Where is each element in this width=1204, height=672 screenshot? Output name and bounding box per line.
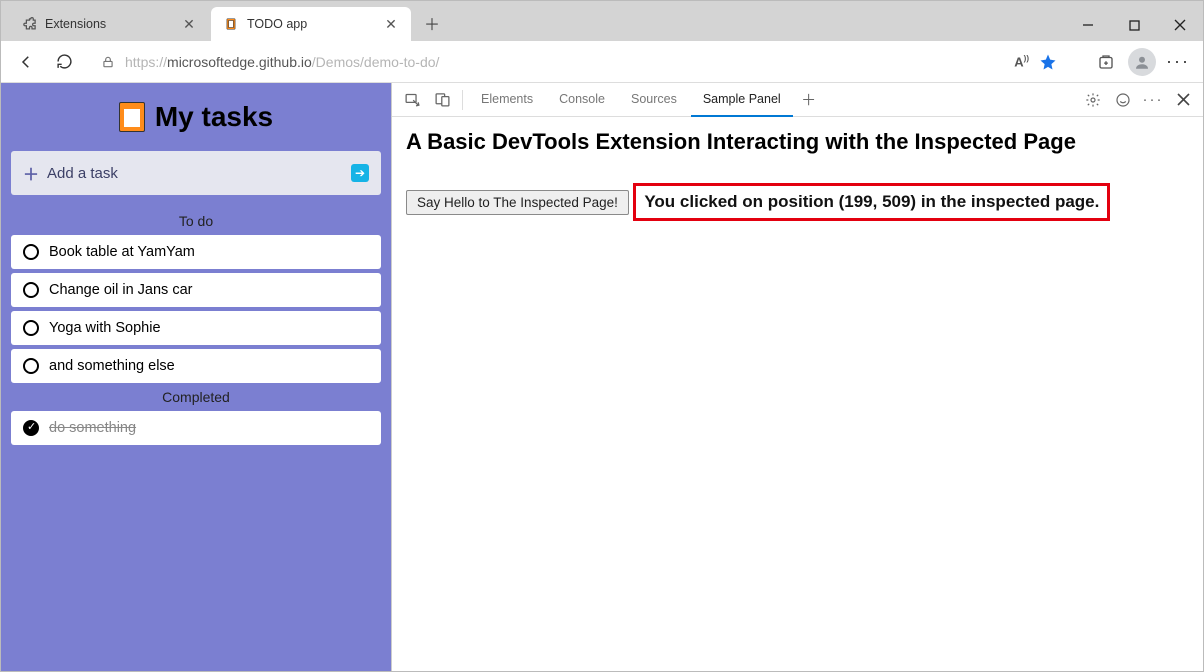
- plus-icon: ＋: [23, 161, 39, 185]
- tab-extensions[interactable]: Extensions ✕: [9, 7, 209, 41]
- section-todo-label: To do: [11, 213, 381, 229]
- minimize-button[interactable]: [1065, 9, 1111, 41]
- browser-titlebar: Extensions ✕ TODO app ✕ ＋: [1, 1, 1203, 41]
- browser-tabs: Extensions ✕ TODO app ✕ ＋: [1, 1, 447, 41]
- toolbar-right-actions: ···: [1089, 45, 1195, 79]
- task-item[interactable]: Book table at YamYam: [11, 235, 381, 269]
- task-text: Change oil in Jans car: [49, 282, 192, 298]
- clipboard-icon: [119, 102, 145, 132]
- task-item[interactable]: Yoga with Sophie: [11, 311, 381, 345]
- add-panel-icon[interactable]: ＋: [795, 86, 823, 114]
- lock-icon: [101, 55, 115, 69]
- close-icon[interactable]: ✕: [181, 16, 197, 32]
- devtools-tab-sources[interactable]: Sources: [619, 83, 689, 117]
- device-toggle-icon[interactable]: [428, 86, 456, 114]
- devtools-tab-console[interactable]: Console: [547, 83, 617, 117]
- add-task-placeholder: Add a task: [47, 165, 118, 182]
- devtools-tab-elements[interactable]: Elements: [469, 83, 545, 117]
- new-tab-button[interactable]: ＋: [417, 8, 447, 38]
- checkbox-icon[interactable]: [23, 282, 39, 298]
- more-icon[interactable]: ···: [1161, 45, 1195, 79]
- message-highlight-box: You clicked on position (199, 509) in th…: [633, 183, 1110, 221]
- devtools-tab-sample-panel[interactable]: Sample Panel: [691, 83, 793, 117]
- profile-button[interactable]: [1125, 45, 1159, 79]
- task-item[interactable]: do something: [11, 411, 381, 445]
- devtools-body: A Basic DevTools Extension Interacting w…: [392, 117, 1203, 233]
- tab-label: Extensions: [45, 17, 173, 31]
- back-button[interactable]: [9, 45, 43, 79]
- feedback-icon[interactable]: [1109, 86, 1137, 114]
- todo-app: My tasks ＋ Add a task ➔ To do Book table…: [1, 83, 391, 671]
- puzzle-icon: [21, 16, 37, 32]
- content-area: My tasks ＋ Add a task ➔ To do Book table…: [1, 83, 1203, 671]
- divider: [462, 90, 463, 110]
- close-icon[interactable]: ✕: [383, 16, 399, 32]
- task-text: and something else: [49, 358, 175, 374]
- tab-todo-app[interactable]: TODO app ✕: [211, 7, 411, 41]
- tab-label: TODO app: [247, 17, 375, 31]
- devtools-tabstrip: Elements Console Sources Sample Panel ＋ …: [392, 83, 1203, 117]
- task-item[interactable]: and something else: [11, 349, 381, 383]
- collections-icon[interactable]: [1089, 45, 1123, 79]
- inspect-element-icon[interactable]: [398, 86, 426, 114]
- window-controls: [1065, 9, 1203, 41]
- click-position-message: You clicked on position (199, 509) in th…: [644, 192, 1099, 212]
- app-title: My tasks: [11, 101, 381, 133]
- checkbox-icon[interactable]: [23, 420, 39, 436]
- avatar-icon: [1128, 48, 1156, 76]
- checkbox-icon[interactable]: [23, 244, 39, 260]
- section-completed-label: Completed: [11, 389, 381, 405]
- settings-icon[interactable]: [1079, 86, 1107, 114]
- app-title-text: My tasks: [155, 101, 273, 133]
- checkbox-icon[interactable]: [23, 358, 39, 374]
- refresh-button[interactable]: [47, 45, 81, 79]
- task-text: Yoga with Sophie: [49, 320, 161, 336]
- checkbox-icon[interactable]: [23, 320, 39, 336]
- task-item[interactable]: Change oil in Jans car: [11, 273, 381, 307]
- clipboard-icon: [223, 16, 239, 32]
- task-text: do something: [49, 420, 136, 436]
- favorite-icon[interactable]: [1039, 53, 1057, 71]
- read-aloud-icon[interactable]: A)): [1014, 54, 1029, 69]
- address-bar[interactable]: https://microsoftedge.github.io/Demos/de…: [91, 46, 1073, 78]
- devtools-panel: Elements Console Sources Sample Panel ＋ …: [391, 83, 1203, 671]
- url-text: https://microsoftedge.github.io/Demos/de…: [125, 54, 1010, 70]
- submit-task-button[interactable]: ➔: [351, 164, 369, 182]
- close-devtools-icon[interactable]: [1169, 86, 1197, 114]
- browser-toolbar: https://microsoftedge.github.io/Demos/de…: [1, 41, 1203, 83]
- maximize-button[interactable]: [1111, 9, 1157, 41]
- panel-heading: A Basic DevTools Extension Interacting w…: [406, 129, 1189, 155]
- add-task-input[interactable]: ＋ Add a task ➔: [11, 151, 381, 195]
- say-hello-button[interactable]: Say Hello to The Inspected Page!: [406, 190, 629, 215]
- close-window-button[interactable]: [1157, 9, 1203, 41]
- task-text: Book table at YamYam: [49, 244, 195, 260]
- more-icon[interactable]: ···: [1139, 86, 1167, 114]
